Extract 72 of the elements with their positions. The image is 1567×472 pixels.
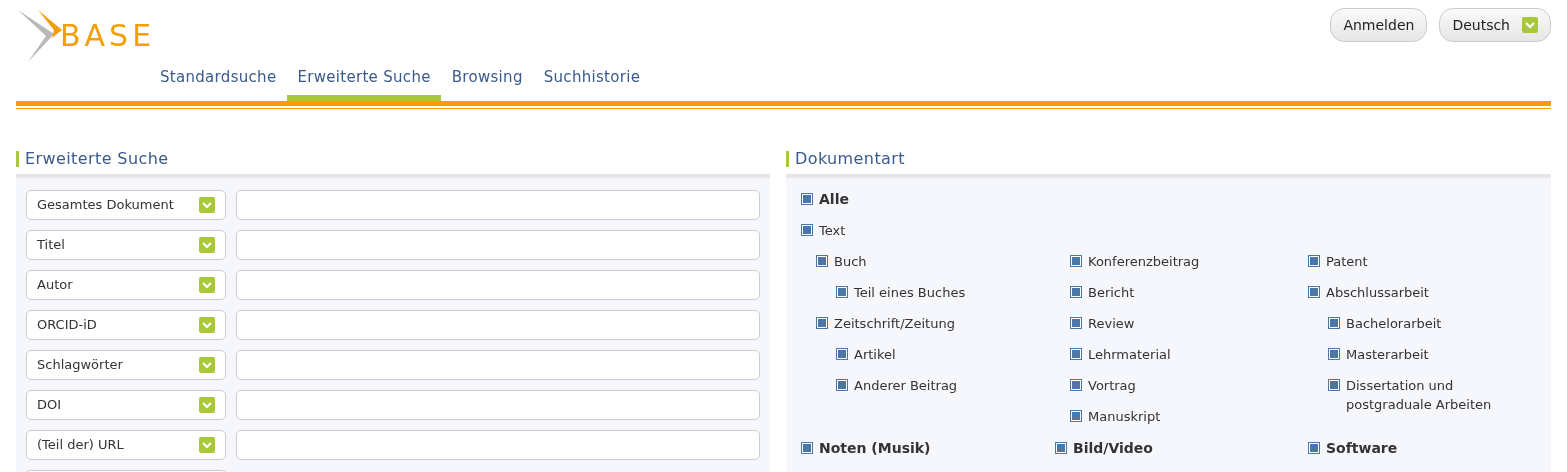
checkbox[interactable] <box>1308 285 1320 298</box>
field-select[interactable]: Schlagwörter <box>26 349 226 380</box>
checkbox[interactable] <box>836 378 848 391</box>
search-input[interactable] <box>236 189 760 220</box>
checkbox-label: Lehrmaterial <box>1088 345 1171 364</box>
checkbox-label: Bericht <box>1088 283 1135 302</box>
search-input[interactable] <box>236 349 760 380</box>
checkbox-label: Manuskript <box>1088 407 1161 426</box>
field-select[interactable]: DOI <box>26 389 226 420</box>
caret-icon <box>199 356 215 373</box>
nav-tab[interactable]: Standardsuche <box>150 62 287 101</box>
caret-icon <box>199 196 215 213</box>
checkbox-label: Abschlussarbeit <box>1326 283 1429 302</box>
caret-icon <box>199 436 215 453</box>
search-input[interactable] <box>236 309 760 340</box>
checkbox[interactable] <box>1328 347 1340 360</box>
nav-tab[interactable]: Suchhistorie <box>533 62 651 101</box>
checkbox-label: Patent <box>1326 252 1368 271</box>
language-dropdown[interactable]: Deutsch <box>1439 8 1551 42</box>
checkbox-label: Artikel <box>854 345 896 364</box>
checkbox[interactable] <box>816 254 828 267</box>
checkbox-label: Buch <box>834 252 867 271</box>
checkbox-label: Teil eines Buches <box>854 283 966 302</box>
checkbox[interactable] <box>836 347 848 360</box>
checkbox[interactable] <box>801 441 813 454</box>
field-select[interactable]: ORCID-iD <box>26 309 226 340</box>
section-title: Erweiterte Suche <box>25 147 169 170</box>
caret-icon <box>199 396 215 413</box>
search-input[interactable] <box>236 229 760 260</box>
search-input[interactable] <box>236 269 760 300</box>
checkbox[interactable] <box>1328 378 1340 391</box>
checkbox[interactable] <box>836 285 848 298</box>
field-select[interactable]: Autor <box>26 269 226 300</box>
section-title: Dokumentart <box>795 147 905 170</box>
caret-icon <box>199 276 215 293</box>
caret-icon <box>199 316 215 333</box>
checkbox-label: Text <box>819 221 846 240</box>
checkbox-label: Bild/Video <box>1073 438 1153 458</box>
checkbox-label: Konferenzbeitrag <box>1088 252 1200 271</box>
checkbox-label: Software <box>1326 438 1398 458</box>
checkbox[interactable] <box>1070 378 1082 391</box>
checkbox[interactable] <box>816 316 828 329</box>
checkbox-label: Bachelorarbeit <box>1346 314 1442 333</box>
field-select[interactable]: (Teil der) URL <box>26 429 226 460</box>
checkbox-label: Anderer Beitrag <box>854 376 958 395</box>
checkbox[interactable] <box>1308 254 1320 267</box>
checkbox[interactable] <box>1328 316 1340 329</box>
search-input[interactable] <box>236 389 760 420</box>
checkbox[interactable] <box>1070 285 1082 298</box>
nav-tab[interactable]: Browsing <box>441 62 533 101</box>
checkbox[interactable] <box>1070 316 1082 329</box>
checkbox-label: Zeitschrift/Zeitung <box>834 314 955 333</box>
checkbox-label: Dissertation und postgraduale Arbeiten <box>1346 376 1493 414</box>
checkbox-label: Masterarbeit <box>1346 345 1429 364</box>
login-button[interactable]: Anmelden <box>1330 8 1428 42</box>
search-input[interactable] <box>236 429 760 460</box>
checkbox-label: Vortrag <box>1088 376 1136 395</box>
checkbox[interactable] <box>1070 254 1082 267</box>
logo-text: BASE <box>60 21 156 51</box>
checkbox[interactable] <box>1308 441 1320 454</box>
checkbox[interactable] <box>1070 347 1082 360</box>
field-select[interactable]: Gesamtes Dokument <box>26 189 226 220</box>
field-select[interactable]: Titel <box>26 229 226 260</box>
checkbox[interactable] <box>801 223 813 236</box>
checkbox[interactable] <box>1055 441 1067 454</box>
checkbox[interactable] <box>801 192 813 205</box>
caret-icon <box>199 236 215 253</box>
checkbox[interactable] <box>1070 409 1082 422</box>
caret-icon <box>1522 17 1538 33</box>
checkbox-label: Alle <box>819 189 849 209</box>
checkbox-label: Review <box>1088 314 1135 333</box>
checkbox-label: Noten (Musik) <box>819 438 931 458</box>
